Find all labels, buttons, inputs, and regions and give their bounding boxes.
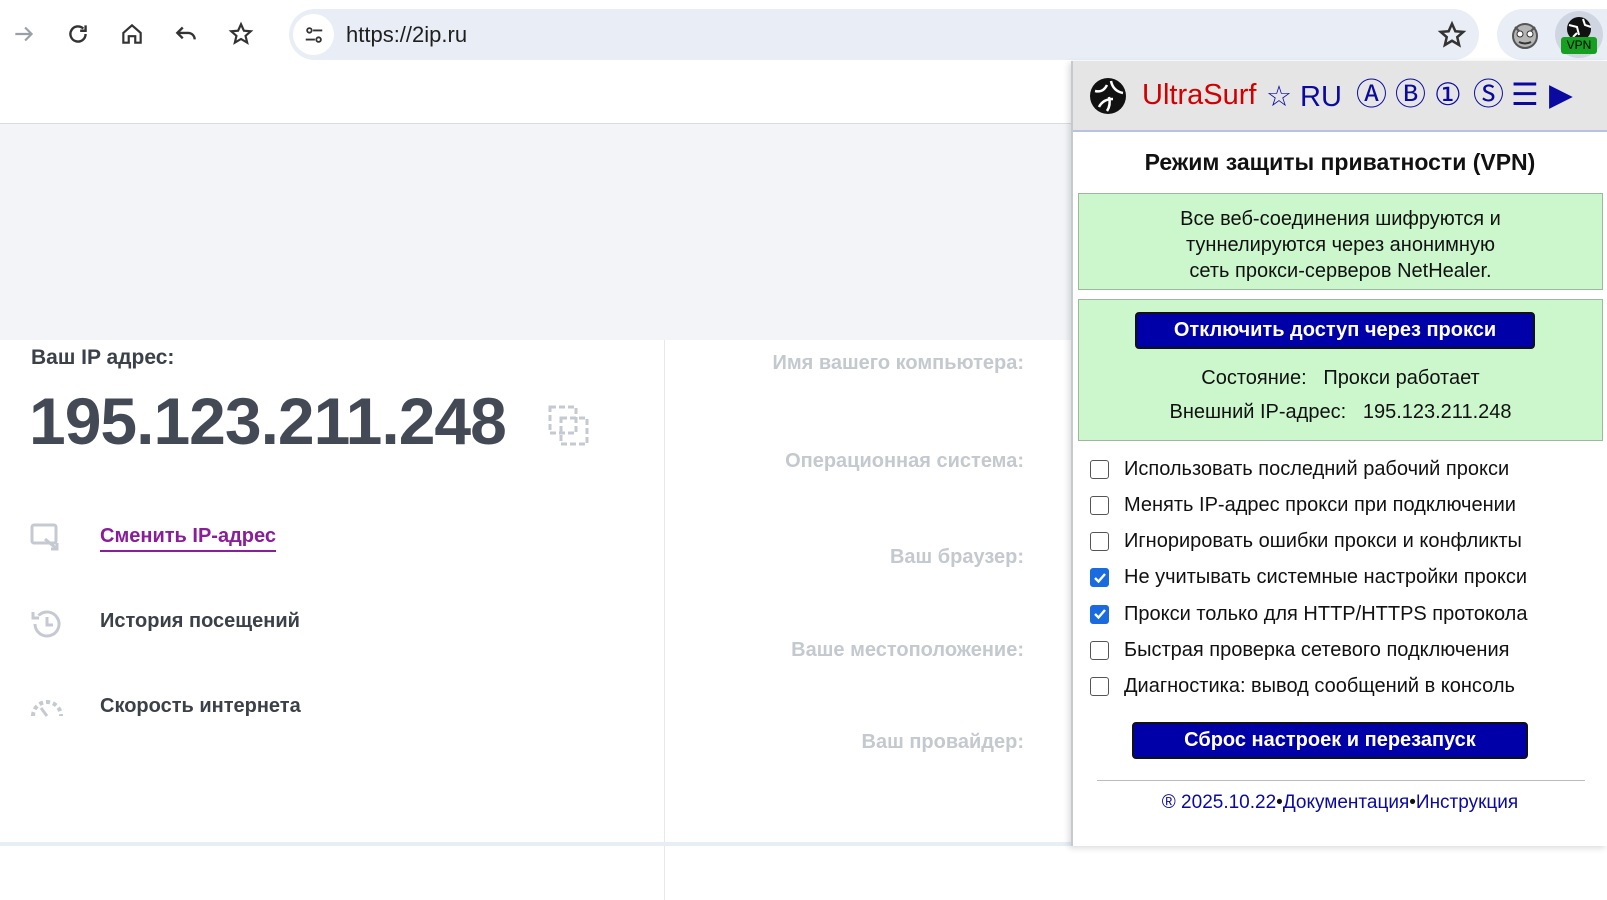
ip-label: Ваш IP адрес: [31, 346, 175, 369]
option-label: Быстрая проверка сетевого подключения [1124, 639, 1510, 661]
star-outline-icon [228, 21, 254, 45]
history-link[interactable]: История посещений [100, 610, 300, 633]
reset-restart-button[interactable]: Сброс настроек и перезапуск [1132, 722, 1528, 759]
option-row[interactable]: Быстрая проверка сетевого подключения [1090, 638, 1509, 664]
ultrasurf-popup: UltraSurf ☆ RU Ⓐ Ⓑ ① Ⓢ ☰ ▶ Режим защиты … [1071, 61, 1607, 846]
version-text: ® 2025.10.22 [1161, 792, 1277, 813]
ip-address-value: 195.123.211.248 [29, 384, 507, 458]
history-icon [31, 610, 61, 638]
popup-title: Режим защиты приватности (VPN) [1144, 149, 1536, 175]
undo-button[interactable] [166, 14, 206, 54]
option-label: Прокси только для HTTP/HTTPS протокола [1124, 602, 1528, 625]
status-label: Состояние: [1201, 367, 1307, 389]
description-box: Все веб-соединения шифруются и туннелиру… [1078, 193, 1603, 290]
instructions-link[interactable]: Инструкция [1416, 792, 1518, 813]
option-row[interactable]: Менять IP-адрес прокси при подключении [1090, 492, 1516, 518]
tune-icon [305, 26, 322, 43]
checkbox-checked[interactable] [1090, 604, 1109, 624]
option-row[interactable]: Не учитывать системные настройки прокси [1090, 565, 1527, 591]
reload-icon [69, 25, 87, 43]
checkbox-unchecked[interactable] [1090, 677, 1109, 697]
external-ip-label: Внешний IP-адрес: [1169, 401, 1347, 423]
documentation-link[interactable]: Документация [1283, 792, 1409, 813]
footer-divider [1097, 780, 1585, 781]
extensions-area: VPN [1497, 9, 1607, 60]
mode-1-button[interactable]: ① [1434, 77, 1462, 113]
home-button[interactable] [112, 14, 152, 54]
language-selector[interactable]: ☆ RU [1266, 79, 1342, 114]
extension-icon[interactable] [1507, 17, 1543, 53]
option-label: Не учитывать системные настройки прокси [1124, 566, 1527, 589]
description-line: туннелируются через анонимную [1186, 234, 1495, 256]
footer-separator: • [1276, 792, 1283, 813]
status-box: Отключить доступ через прокси Состояние:… [1078, 299, 1603, 441]
menu-icon[interactable]: ☰ [1511, 77, 1539, 113]
reload-button[interactable] [58, 14, 98, 54]
speedometer-icon [31, 700, 63, 717]
bookmark-star-icon[interactable] [1437, 20, 1467, 50]
option-label: Использовать последний рабочий прокси [1124, 457, 1510, 480]
forward-button[interactable] [4, 14, 44, 54]
column-divider [664, 340, 665, 900]
home-icon [122, 23, 142, 44]
external-ip-row: Внешний IP-адрес: 195.123.211.248 [1079, 401, 1602, 424]
undo-icon [175, 26, 196, 40]
os-label: Операционная система: [785, 450, 1024, 472]
checkbox-unchecked[interactable] [1090, 495, 1109, 515]
provider-label: Ваш провайдер: [861, 731, 1024, 753]
status-value: Прокси работает [1323, 367, 1480, 389]
bookmarks-button[interactable] [221, 14, 261, 54]
computer-name-label: Имя вашего компьютера: [772, 352, 1024, 374]
bottom-edge [0, 842, 1071, 846]
description-line: Все веб-соединения шифруются и [1180, 208, 1501, 230]
option-label: Менять IP-адрес прокси при подключении [1124, 493, 1516, 516]
option-label: Игнорировать ошибки прокси и конфликты [1124, 530, 1522, 553]
browser-toolbar: https://2ip.ru VPN [0, 0, 1607, 70]
checkbox-unchecked[interactable] [1090, 641, 1109, 660]
option-row[interactable]: Игнорировать ошибки прокси и конфликты [1090, 529, 1522, 555]
brand-name: UltraSurf [1142, 79, 1257, 111]
popup-footer: ® 2025.10.22•Документация•Инструкция [1073, 792, 1607, 814]
option-row[interactable]: Диагностика: вывод сообщений в консоль [1090, 674, 1515, 700]
mode-b-button[interactable]: Ⓑ [1395, 77, 1426, 113]
option-row[interactable]: Прокси только для HTTP/HTTPS протокола [1090, 601, 1527, 627]
forward-arrow-icon [15, 26, 34, 42]
external-ip-value: 195.123.211.248 [1362, 401, 1512, 423]
checkbox-unchecked[interactable] [1090, 459, 1109, 479]
checkmark-icon [1093, 609, 1106, 620]
ultrasurf-logo-icon [1090, 78, 1126, 114]
mode-a-button[interactable]: Ⓐ [1356, 77, 1387, 113]
copy-icon[interactable] [547, 404, 591, 448]
checkmark-icon [1093, 573, 1106, 584]
play-icon[interactable]: ▶ [1549, 77, 1573, 113]
option-row[interactable]: Использовать последний рабочий прокси [1090, 456, 1509, 482]
checkbox-unchecked[interactable] [1090, 532, 1109, 552]
vpn-badge: VPN [1561, 37, 1597, 54]
browser-label: Ваш браузер: [889, 546, 1024, 568]
change-ip-icon [30, 523, 59, 551]
mode-s-button[interactable]: Ⓢ [1473, 77, 1504, 113]
url-text[interactable]: https://2ip.ru [346, 22, 467, 48]
option-label: Диагностика: вывод сообщений в консоль [1124, 675, 1515, 698]
description-line: сеть прокси-серверов NetHealer. [1189, 260, 1492, 282]
disable-proxy-button[interactable]: Отключить доступ через прокси [1135, 312, 1535, 349]
status-row: Состояние: Прокси работает [1079, 367, 1602, 390]
footer-separator: • [1409, 792, 1416, 813]
speed-link[interactable]: Скорость интернета [100, 695, 301, 718]
ultrasurf-extension-button[interactable]: VPN [1555, 11, 1603, 58]
popup-header: UltraSurf ☆ RU Ⓐ Ⓑ ① Ⓢ ☰ ▶ [1073, 61, 1607, 132]
checkbox-checked[interactable] [1090, 568, 1109, 588]
address-bar[interactable]: https://2ip.ru [289, 9, 1479, 60]
change-ip-link[interactable]: Сменить IP-адрес [100, 525, 276, 552]
location-label: Ваше местоположение: [791, 639, 1024, 661]
site-info-button[interactable] [293, 14, 334, 55]
